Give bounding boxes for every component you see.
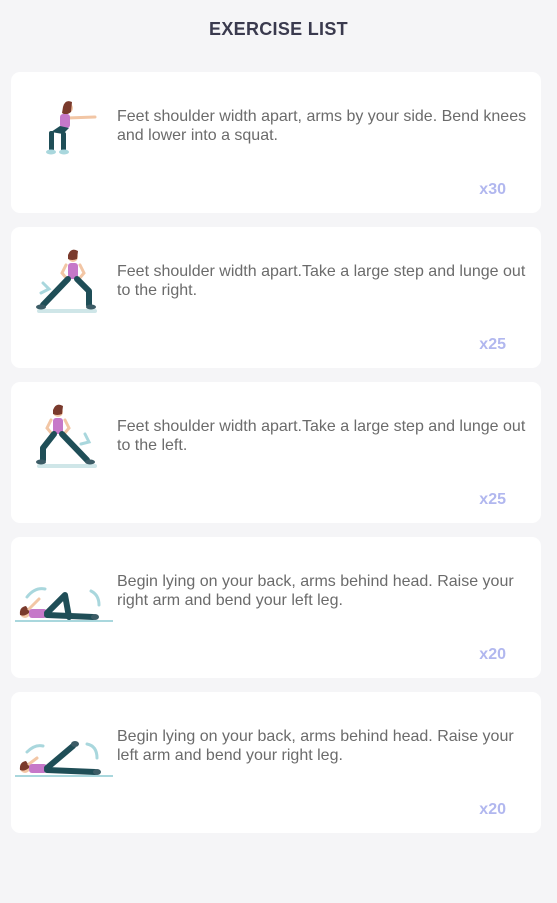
lying-crunch-left-figure-icon <box>15 741 113 777</box>
side-lunge-right-figure-icon <box>36 249 97 313</box>
exercise-reps: x25 <box>479 336 506 353</box>
exercise-card[interactable]: Begin lying on your back, arms behind he… <box>11 692 541 833</box>
exercise-description: Begin lying on your back, arms behind he… <box>117 573 514 609</box>
exercise-description: Feet shoulder width apart, arms by your … <box>117 108 527 144</box>
exercise-reps: x20 <box>479 801 506 818</box>
exercise-description: Feet shoulder width apart.Take a large s… <box>117 263 526 299</box>
exercise-reps: x25 <box>479 491 506 508</box>
exercise-reps: x20 <box>479 646 506 663</box>
exercise-card[interactable]: Feet shoulder width apart.Take a large s… <box>11 382 541 523</box>
exercise-card[interactable]: Feet shoulder width apart.Take a large s… <box>11 227 541 368</box>
side-lunge-left-figure-icon <box>36 404 97 468</box>
squat-figure-icon <box>46 101 97 155</box>
exercise-description: Begin lying on your back, arms behind he… <box>117 728 514 764</box>
page-title: EXERCISE LIST <box>209 19 348 39</box>
exercise-card[interactable]: Begin lying on your back, arms behind he… <box>11 537 541 678</box>
exercise-card[interactable]: Feet shoulder width apart, arms by your … <box>11 72 541 213</box>
lying-crunch-right-figure-icon <box>15 587 113 622</box>
exercise-description: Feet shoulder width apart.Take a large s… <box>117 418 526 454</box>
exercise-reps: x30 <box>479 181 506 198</box>
